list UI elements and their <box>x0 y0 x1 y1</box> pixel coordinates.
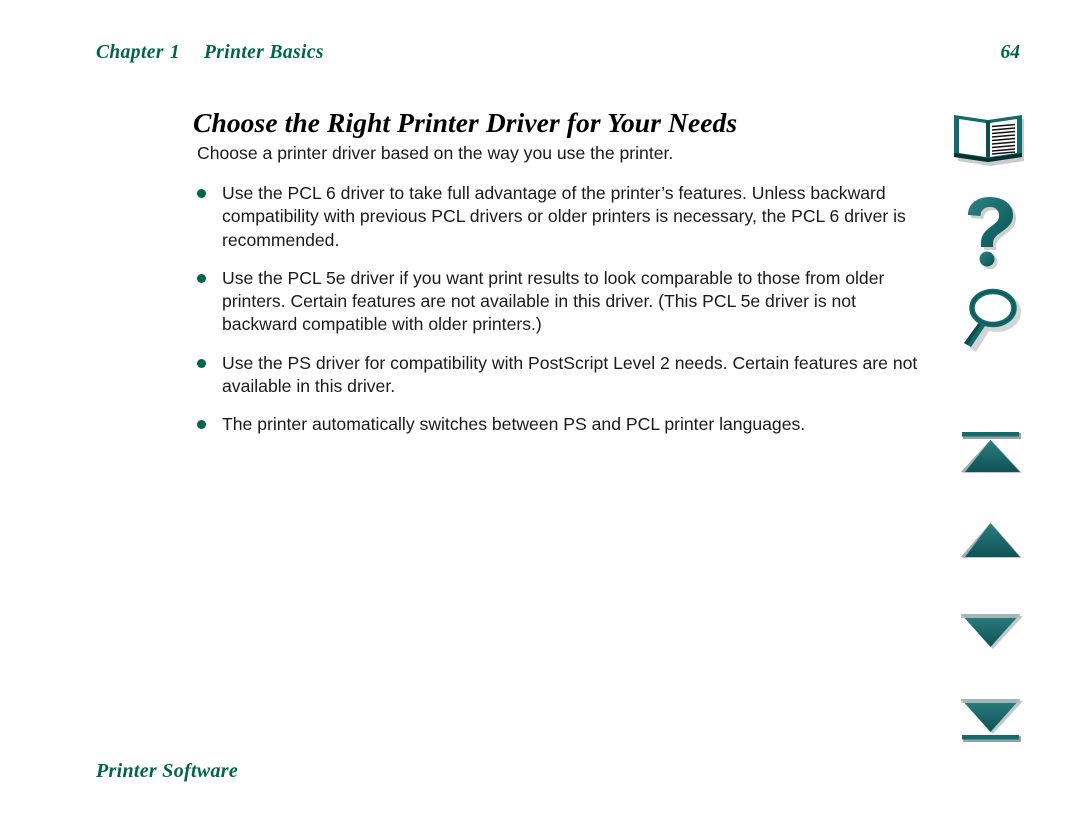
section-title: Printer Basics <box>203 42 324 63</box>
help-button[interactable] <box>940 192 1042 270</box>
book-icon <box>950 109 1032 169</box>
footer-label: Printer Software <box>96 760 239 782</box>
list-item: Use the PCL 5e driver if you want print … <box>197 267 925 337</box>
chapter-word: Chapter <box>96 42 164 63</box>
intro-paragraph: Choose a printer driver based on the way… <box>197 143 674 163</box>
next-page-icon <box>952 609 1030 653</box>
chapter-number: 1 <box>169 42 180 63</box>
list-item-text: Use the PCL 5e driver if you want print … <box>222 267 885 335</box>
question-mark-icon <box>954 193 1028 269</box>
bullet-dot-icon <box>197 273 206 283</box>
first-page-icon <box>952 429 1030 477</box>
list-item: The printer automatically switches betwe… <box>197 413 925 436</box>
document-page: Chapter 1 Printer Basics 64 Choose the Rig… <box>0 0 1080 834</box>
last-page-button[interactable] <box>940 694 1042 748</box>
running-header: Chapter 1 Printer Basics 64 <box>96 42 1020 68</box>
chapter-breadcrumb: Chapter 1 Printer Basics <box>96 42 324 64</box>
bullet-dot-icon <box>197 358 206 368</box>
previous-page-button[interactable] <box>940 518 1042 564</box>
list-item: Use the PCL 6 driver to take full advant… <box>197 182 925 252</box>
bullet-dot-icon <box>197 189 206 198</box>
list-item: Use the PS driver for compatibility with… <box>197 352 925 399</box>
magnifier-icon <box>954 287 1028 357</box>
previous-page-icon <box>952 519 1030 563</box>
last-page-icon <box>952 695 1030 747</box>
list-item-text: Use the PS driver for compatibility with… <box>222 352 918 397</box>
navigation-rail <box>940 0 1080 834</box>
first-page-button[interactable] <box>940 428 1042 478</box>
next-page-button[interactable] <box>940 608 1042 654</box>
list-item-text: The printer automatically switches betwe… <box>222 414 806 435</box>
search-button[interactable] <box>940 286 1042 358</box>
toc-button[interactable] <box>940 108 1042 170</box>
body-content: Choose a printer driver based on the way… <box>197 142 925 437</box>
bullet-dot-icon <box>197 420 206 430</box>
page-title: Choose the Right Printer Driver for Your… <box>193 107 738 139</box>
list-item-text: Use the PCL 6 driver to take full advant… <box>222 183 906 250</box>
driver-bullet-list: Use the PCL 6 driver to take full advant… <box>197 182 925 437</box>
